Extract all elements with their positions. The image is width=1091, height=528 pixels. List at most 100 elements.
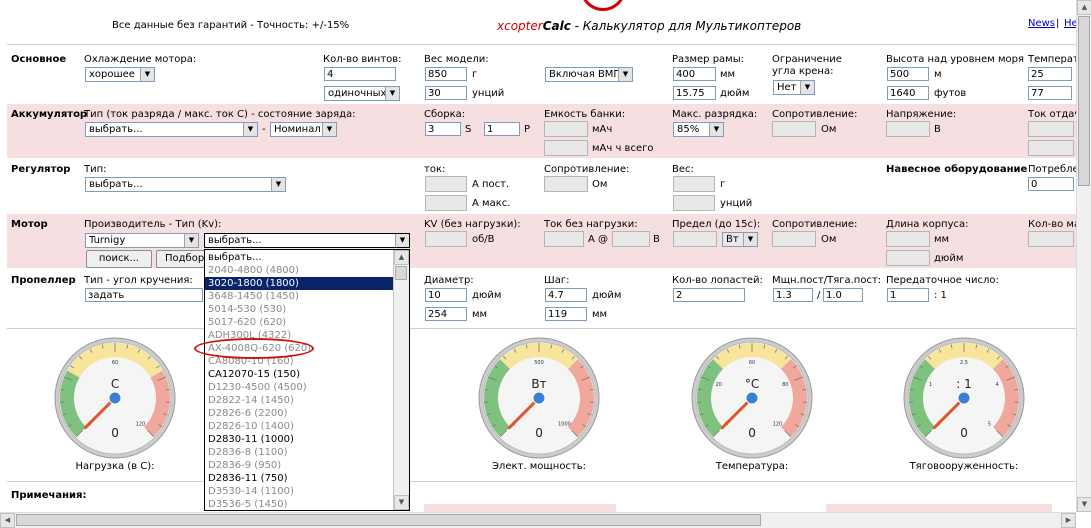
prop-type-label: Тип - угол кручения: (84, 275, 193, 286)
dropdown-option[interactable]: CA12070-15 (150) (205, 368, 395, 381)
dropdown-option[interactable]: D3530-14 (1100) (205, 485, 395, 498)
motor-type-select[interactable]: выбрать...▼ (204, 233, 410, 248)
gauge-unit: C (111, 377, 119, 391)
dropdown-option[interactable]: 5017-620 (620) (205, 316, 395, 329)
dropdown-option[interactable]: 3648-1450 (1450) (205, 290, 395, 303)
esc-type-select[interactable]: выбрать...▼ (85, 177, 286, 192)
battery-config-label: Сборка: (424, 109, 465, 120)
battery-state-select[interactable]: Номинал▼ (270, 122, 337, 137)
scroll-down-icon[interactable]: ▼ (1077, 497, 1091, 512)
esc-res-unit: Ом (592, 179, 607, 190)
altitude-ft-unit: футов (934, 88, 966, 99)
temperature-c-input[interactable]: 25 (1028, 67, 1072, 81)
motor-maker-select[interactable]: Turnigy▼ (85, 233, 199, 248)
dropdown-option[interactable]: 2040-4800 (4800) (205, 264, 395, 277)
dropdown-option[interactable]: D2826-6 (2200) (205, 407, 395, 420)
dropdown-option[interactable]: D2822-14 (1450) (205, 394, 395, 407)
consumption-input[interactable]: 0 (1028, 177, 1074, 191)
cells-s-input[interactable]: 3 (425, 122, 461, 136)
blades-input[interactable]: 2 (673, 288, 745, 302)
chevron-down-icon: ▼ (184, 234, 198, 247)
diameter-mm-unit: мм (472, 309, 487, 320)
frame-in-input[interactable]: 15.75 (673, 86, 716, 100)
power-const-input[interactable]: 1.3 (773, 288, 813, 302)
dropdown-option[interactable]: D3536-5 (1450) (205, 498, 395, 511)
tilt-select[interactable]: Нет▼ (773, 80, 815, 95)
scroll-up-icon[interactable]: ▲ (394, 250, 409, 265)
news-link[interactable]: News (1028, 18, 1055, 29)
weight-mode-select[interactable]: Включая ВМГ▼ (545, 67, 633, 82)
dropdown-option[interactable]: D2836-9 (950) (205, 459, 395, 472)
prop-type-field[interactable]: задать (85, 288, 203, 302)
weight-g-input[interactable]: 850 (425, 67, 467, 81)
dropdown-option[interactable]: D2836-11 (750) (205, 472, 395, 485)
gauge-unit: Вт (531, 377, 546, 391)
dropdown-option[interactable]: D2830-11 (1000) (205, 433, 395, 446)
motor-res-label: Сопротивление: (772, 219, 857, 230)
dropdown-option[interactable]: D2826-10 (1400) (205, 420, 395, 433)
frame-mm-input[interactable]: 400 (673, 67, 716, 81)
dropdown-option[interactable]: 5014-530 (530) (205, 303, 395, 316)
gauge-q1-label: 1 (929, 382, 932, 388)
noload-a-unit: А @ (588, 234, 608, 245)
noload-v-field (612, 231, 650, 247)
weight-oz-input[interactable]: 30 (425, 86, 467, 100)
gauge-unit: : 1 (956, 377, 972, 391)
gear-input[interactable]: 1 (887, 288, 929, 302)
motor-type-dropdown-list[interactable]: выбрать...2040-4800 (4800)3020-1800 (180… (204, 249, 410, 511)
tilt-label: Ограничение (772, 54, 842, 65)
scroll-down-icon[interactable]: ▼ (394, 495, 409, 510)
cells-p-input[interactable]: 1 (484, 122, 520, 136)
scroll-left-icon[interactable]: ◀ (0, 513, 15, 528)
pitch-mm-input[interactable]: 119 (545, 307, 587, 321)
props-type-select[interactable]: одиночных▼ (324, 86, 400, 101)
diameter-mm-input[interactable]: 254 (425, 307, 467, 321)
frame-label: Размер рамы: (672, 54, 744, 65)
dropdown-scrollbar[interactable]: ▲ ▼ (393, 250, 409, 510)
page-vertical-scrollbar[interactable]: ▲ ▼ (1076, 0, 1091, 512)
maxdis-select[interactable]: 85%▼ (673, 122, 724, 137)
altitude-ft-input[interactable]: 1640 (887, 86, 929, 100)
gauge-value: 0 (111, 426, 119, 440)
dropdown-option[interactable]: D1230-4500 (4500) (205, 381, 395, 394)
props-input[interactable]: 4 (324, 67, 396, 81)
gauge-0: 060120C0 (53, 336, 177, 460)
altitude-m-input[interactable]: 500 (887, 67, 929, 81)
battery-res-field (772, 121, 816, 137)
esc-max-field (425, 195, 467, 211)
scroll-right-icon[interactable]: ▶ (1061, 513, 1076, 528)
length-label: Длина корпуса: (886, 219, 969, 230)
motor-res-unit: Ом (821, 234, 836, 245)
tilt-label-2: угла крена: (772, 66, 833, 77)
battery-current-label: Ток отдач (1028, 109, 1080, 120)
weight-g-unit: г (472, 69, 477, 80)
brand-bold: Calc (543, 19, 571, 33)
dropdown-option[interactable]: выбрать... (205, 251, 395, 264)
temperature-label: Температ (1028, 54, 1079, 65)
page-horizontal-scrollbar[interactable]: ◀ ▶ (0, 512, 1076, 528)
chevron-down-icon: ▼ (243, 123, 257, 136)
pitch-in-unit: дюйм (592, 290, 621, 301)
motor-count-field (1028, 231, 1074, 247)
dropdown-option[interactable]: D2836-8 (1100) (205, 446, 395, 459)
capacity-unit: мАч (592, 124, 612, 135)
gauge-q1-label: 20 (716, 382, 722, 388)
page-title: xcopterCalc - Калькулятор для Мультикопт… (497, 19, 801, 33)
temperature-f-input[interactable]: 77 (1028, 86, 1072, 100)
limit-unit-select[interactable]: Вт▼ (722, 232, 758, 247)
battery-type-select[interactable]: выбрать...▼ (85, 122, 258, 137)
search-button[interactable]: поиск... (86, 250, 152, 268)
pick-button[interactable]: Подбор (156, 250, 208, 268)
cooling-select[interactable]: хорошее▼ (85, 67, 155, 82)
page-scroll-thumb[interactable] (1078, 16, 1090, 186)
thrust-const-input[interactable]: 1.0 (823, 288, 863, 302)
diameter-in-input[interactable]: 10 (425, 288, 467, 302)
chevron-down-icon: ▼ (800, 81, 814, 94)
pitch-mm-unit: мм (592, 309, 607, 320)
dropdown-scroll-thumb[interactable] (395, 266, 407, 280)
voltage-field (886, 121, 930, 137)
scroll-up-icon[interactable]: ▲ (1077, 0, 1091, 15)
dropdown-option[interactable]: 3020-1800 (1800) (205, 277, 395, 290)
pitch-in-input[interactable]: 4.7 (545, 288, 587, 302)
page-hscroll-thumb[interactable] (16, 514, 761, 526)
